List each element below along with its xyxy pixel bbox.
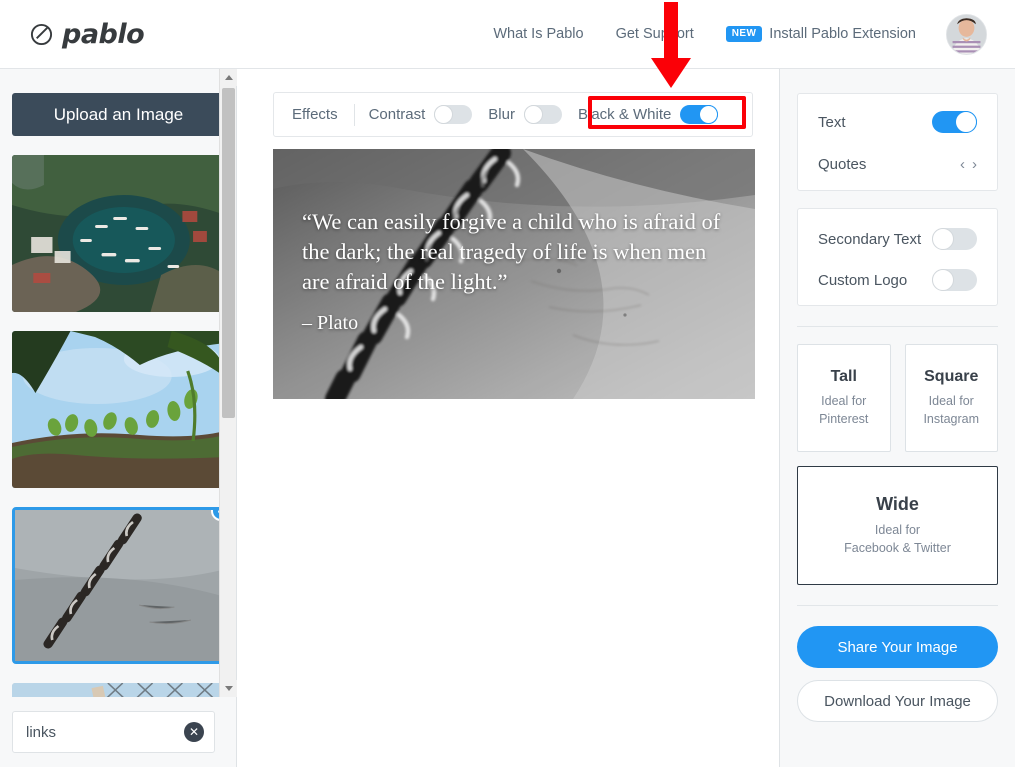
image-sidebar: Upload an Image links ✕ <box>0 69 237 767</box>
secondary-text-row: Secondary Text <box>798 209 997 255</box>
custom-logo-label: Custom Logo <box>818 271 908 289</box>
size-option-tall[interactable]: Tall Ideal for Pinterest <box>797 344 891 452</box>
download-your-image-button[interactable]: Download Your Image <box>797 680 998 722</box>
extras-card: Secondary Text Custom Logo <box>797 208 998 306</box>
size-wide-subtitle: Ideal for Facebook & Twitter <box>844 522 951 555</box>
image-search: ✕ <box>12 711 215 753</box>
effect-black-and-white-label: Black & White <box>577 106 672 123</box>
custom-logo-toggle[interactable] <box>932 269 977 291</box>
nav-install-extension[interactable]: NEW Install Pablo Extension <box>710 26 932 42</box>
text-options-card: Text Quotes ‹ › <box>797 93 998 191</box>
size-tall-subtitle: Ideal for Pinterest <box>819 393 869 426</box>
header-nav: What Is Pablo Get Support NEW Install Pa… <box>477 13 1015 55</box>
size-tall-title: Tall <box>830 367 857 385</box>
text-row: Text <box>798 94 997 138</box>
quotes-row-label: Quotes <box>818 155 867 173</box>
effect-contrast-label: Contrast <box>368 106 426 123</box>
secondary-text-toggle[interactable] <box>932 228 977 250</box>
scrollbar-thumb[interactable] <box>222 88 235 418</box>
size-square-subtitle: Ideal for Instagram <box>923 393 980 426</box>
contrast-toggle[interactable] <box>434 105 473 124</box>
new-badge: NEW <box>725 26 763 42</box>
scroll-up-arrow-icon[interactable] <box>220 69 237 86</box>
image-list-scrollbar[interactable] <box>219 69 237 697</box>
effect-black-and-white[interactable]: Black & White <box>577 105 719 124</box>
editor-canvas: Effects Contrast Blur Black & White “We … <box>237 69 779 767</box>
text-toggle[interactable] <box>932 111 977 133</box>
nav-install-extension-label: Install Pablo Extension <box>769 26 916 42</box>
nav-what-is-pablo[interactable]: What Is Pablo <box>477 26 599 42</box>
black-and-white-toggle[interactable] <box>680 105 719 124</box>
app-header: pablo What Is Pablo Get Support NEW Inst… <box>0 0 1015 69</box>
options-panel: Text Quotes ‹ › Secondary Text Custom Lo… <box>779 69 1015 767</box>
panel-divider-bottom <box>797 605 998 606</box>
avatar[interactable] <box>946 13 987 55</box>
secondary-text-label: Secondary Text <box>818 230 922 248</box>
preview-quote-text: “We can easily forgive a child who is af… <box>302 209 721 294</box>
logo-wordmark: pablo <box>62 18 145 50</box>
thumbnail-chain-link-fence[interactable] <box>12 683 225 697</box>
effect-blur[interactable]: Blur <box>488 105 562 124</box>
quotes-row: Quotes ‹ › <box>798 138 997 190</box>
pablo-logo[interactable]: pablo <box>30 18 145 50</box>
size-wide-title: Wide <box>876 493 919 514</box>
effects-label: Effects <box>292 106 338 123</box>
quotes-prev-icon[interactable]: ‹ <box>960 156 965 173</box>
size-square-title: Square <box>924 367 979 385</box>
thumbnail-chain-links-concrete[interactable]: ✓ <box>12 507 225 664</box>
image-preview[interactable]: “We can easily forgive a child who is af… <box>273 149 755 399</box>
custom-logo-row: Custom Logo <box>798 255 997 305</box>
text-row-label: Text <box>818 113 846 131</box>
panel-divider-top <box>797 326 998 327</box>
share-your-image-button[interactable]: Share Your Image <box>797 626 998 668</box>
preview-quote-author: – Plato <box>302 312 359 334</box>
quotes-next-icon[interactable]: › <box>972 156 977 173</box>
quotes-nav: ‹ › <box>960 156 977 173</box>
nav-get-support[interactable]: Get Support <box>600 26 710 42</box>
pablo-app: pablo What Is Pablo Get Support NEW Inst… <box>0 0 1015 767</box>
pablo-circle-slash-icon <box>30 23 53 46</box>
effects-toolbar: Effects Contrast Blur Black & White <box>273 92 753 137</box>
clear-search-icon[interactable]: ✕ <box>184 722 204 742</box>
blur-toggle[interactable] <box>523 105 562 124</box>
upload-an-image-button[interactable]: Upload an Image <box>12 93 225 136</box>
size-option-square[interactable]: Square Ideal for Instagram <box>904 344 998 452</box>
effect-contrast[interactable]: Contrast <box>369 105 473 124</box>
size-option-wide[interactable]: Wide Ideal for Facebook & Twitter <box>797 466 998 585</box>
effect-blur-label: Blur <box>488 106 515 123</box>
size-options-row: Tall Ideal for Pinterest Square Ideal for… <box>797 344 998 452</box>
thumbnail-palm-sky-plants-wall[interactable] <box>12 331 225 488</box>
toolbar-divider <box>353 103 355 126</box>
image-list-scroll-area: Upload an Image <box>0 69 237 697</box>
scroll-down-arrow-icon[interactable] <box>220 680 237 697</box>
thumbnail-aerial-marina-harbor[interactable] <box>12 155 225 312</box>
